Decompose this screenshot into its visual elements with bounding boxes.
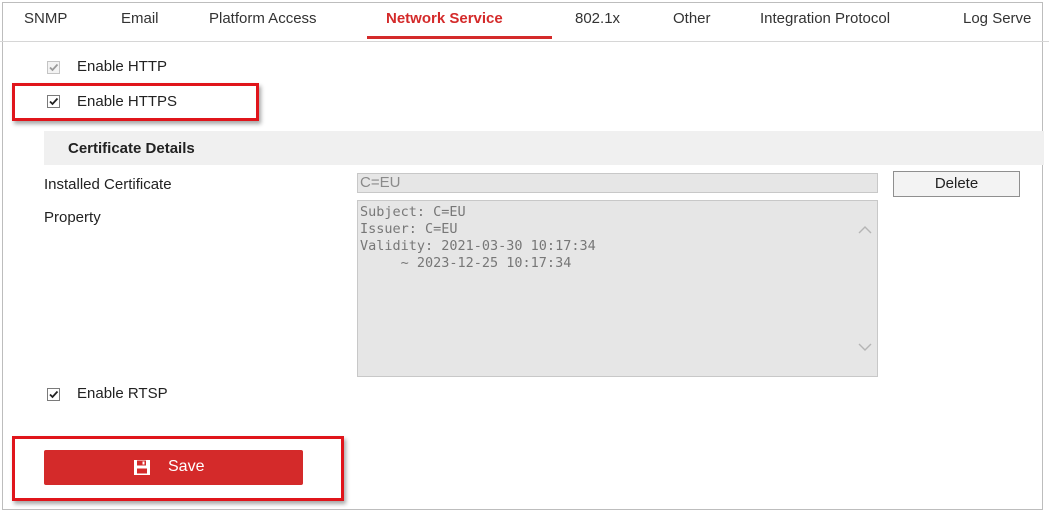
property-label: Property xyxy=(44,209,101,226)
checkmark-icon xyxy=(49,63,59,72)
enable-http-checkbox[interactable] xyxy=(47,61,60,74)
tab-other[interactable]: Other xyxy=(673,10,711,38)
tab-email[interactable]: Email xyxy=(121,10,159,38)
checkmark-icon xyxy=(49,390,59,399)
section-title: Certificate Details xyxy=(68,140,195,157)
property-line: Subject: C=EU xyxy=(360,204,466,220)
enable-https-label: Enable HTTPS xyxy=(77,93,178,110)
tab-network-service[interactable]: Network Service xyxy=(386,10,503,38)
installed-certificate-field: C=EU xyxy=(357,173,878,193)
save-button[interactable]: Save xyxy=(44,450,303,485)
enable-https-checkbox[interactable] xyxy=(47,95,60,108)
tab-integration-protocol[interactable]: Integration Protocol xyxy=(760,10,890,38)
certificate-details-header: Certificate Details xyxy=(44,131,1044,165)
save-label: Save xyxy=(168,458,205,475)
tab-bar: SNMP Email Platform Access Network Servi… xyxy=(0,0,1049,42)
property-line: Validity: 2021-03-30 10:17:34 xyxy=(360,238,596,254)
tab-platform-access[interactable]: Platform Access xyxy=(209,10,317,38)
enable-rtsp-label: Enable RTSP xyxy=(77,385,168,402)
enable-rtsp-checkbox[interactable] xyxy=(47,388,60,401)
property-line: ~ 2023-12-25 10:17:34 xyxy=(360,255,572,271)
tab-8021x[interactable]: 802.1x xyxy=(575,10,620,38)
delete-button[interactable]: Delete xyxy=(893,171,1020,197)
property-line: Issuer: C=EU xyxy=(360,221,458,237)
scroll-down-icon[interactable] xyxy=(857,341,873,353)
scroll-up-icon[interactable] xyxy=(857,224,873,236)
checkmark-icon xyxy=(49,97,59,106)
floppy-disk-icon xyxy=(134,460,150,475)
property-textarea[interactable]: Subject: C=EU Issuer: C=EU Validity: 202… xyxy=(357,200,878,377)
enable-http-label: Enable HTTP xyxy=(77,58,168,75)
tab-snmp[interactable]: SNMP xyxy=(24,10,67,38)
tab-log-server[interactable]: Log Serve xyxy=(963,10,1031,38)
installed-certificate-label: Installed Certificate xyxy=(44,176,172,193)
active-tab-indicator xyxy=(367,36,552,39)
